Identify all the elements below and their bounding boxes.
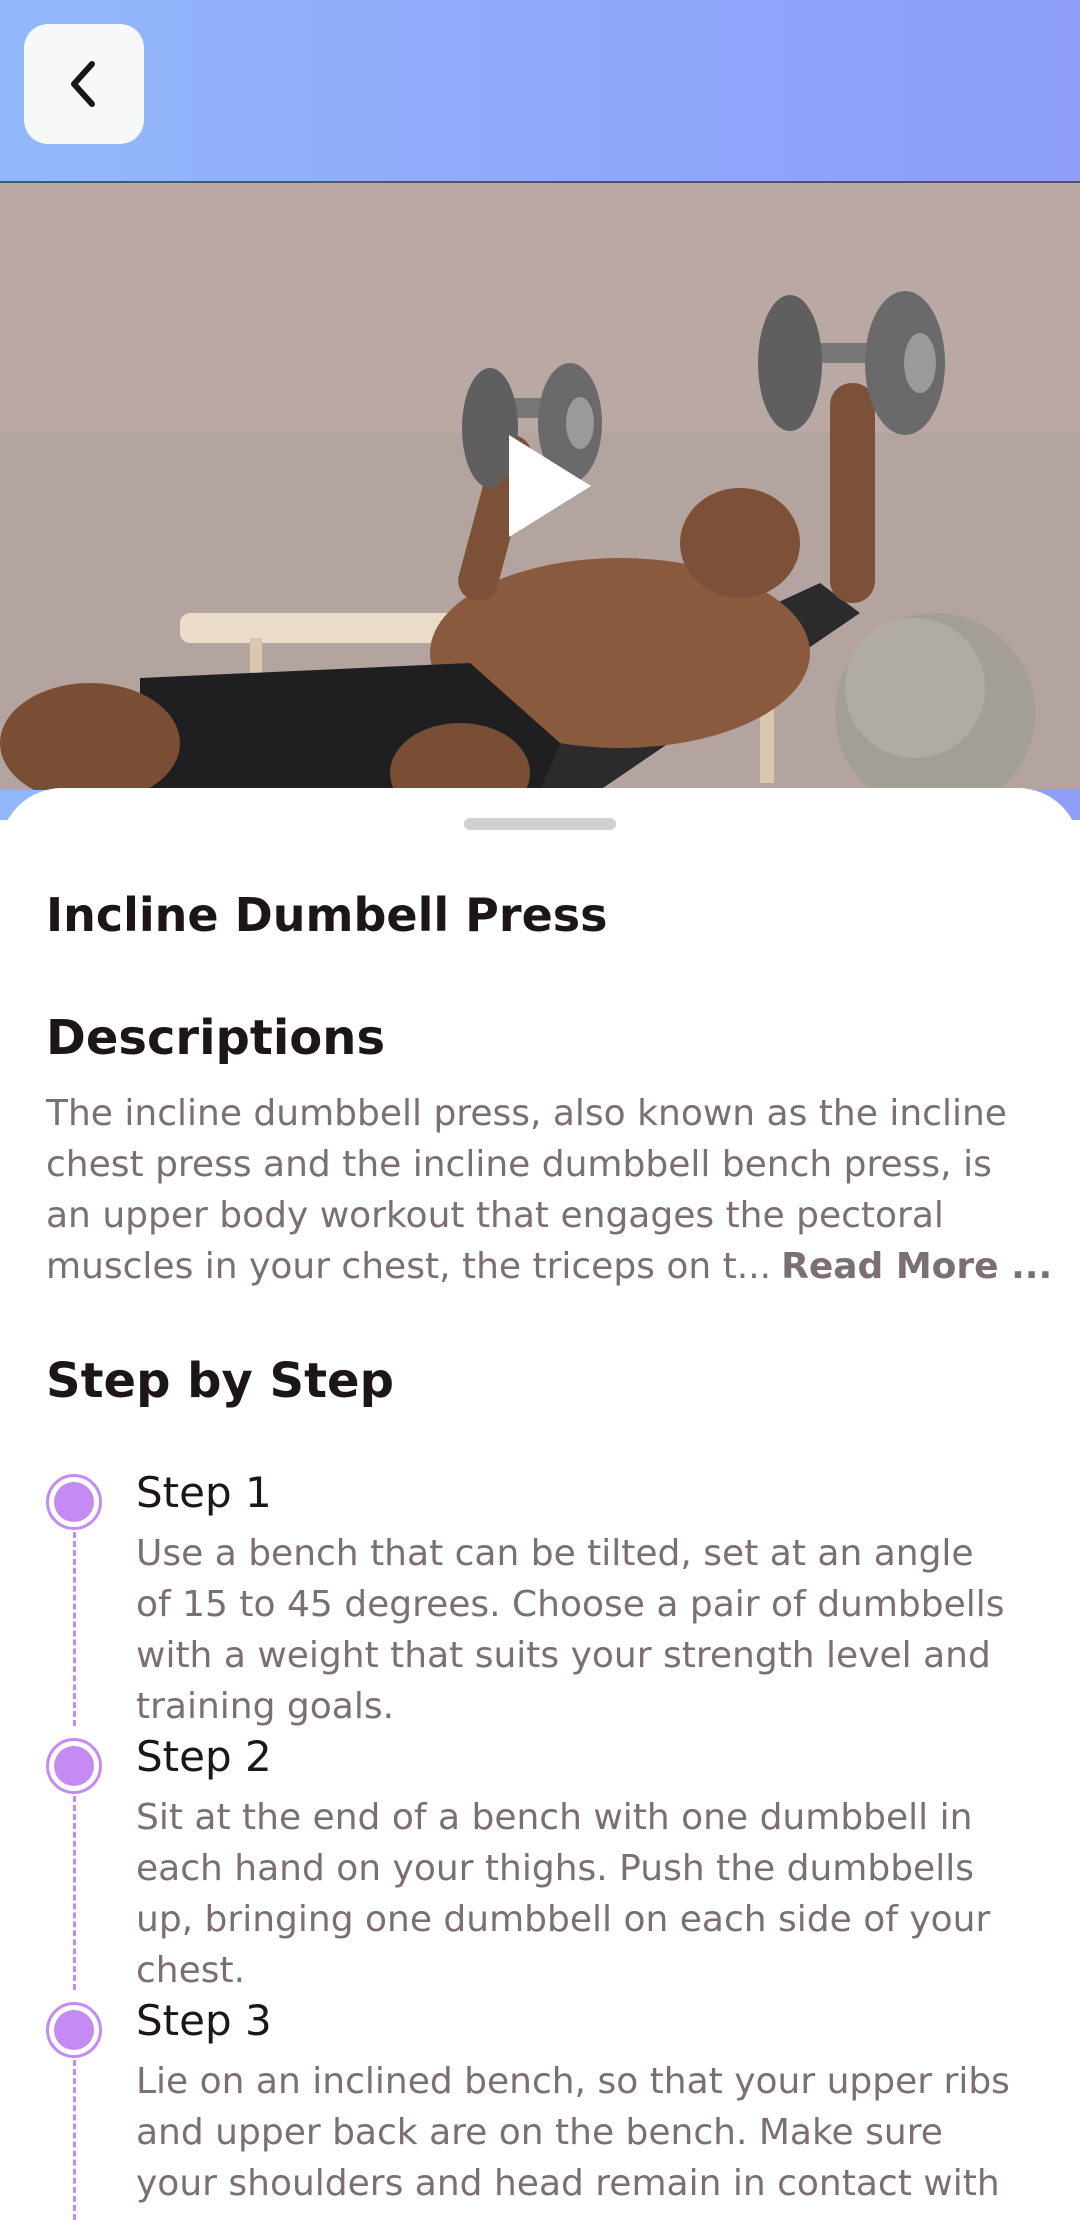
- step-line: with a weight that suits your strength l…: [136, 1635, 991, 1676]
- exercise-video[interactable]: [0, 181, 1080, 790]
- step-by-step-heading: Step by Step: [46, 1353, 394, 1409]
- step-line: up, bringing one dumbbell on each side o…: [136, 1899, 991, 1940]
- step-title: Step 2: [136, 1732, 272, 1781]
- step-line: Use a bench that can be tilted, set at a…: [136, 1533, 974, 1574]
- step-marker-fill: [54, 1482, 94, 1522]
- description-line: muscles in your chest, the triceps on t.…: [46, 1241, 1052, 1292]
- step-line: Lie on an inclined bench, so that your u…: [136, 2061, 1010, 2102]
- sheet-drag-handle[interactable]: [464, 818, 616, 830]
- description-line: an upper body workout that engages the p…: [46, 1195, 944, 1236]
- description-line: chest press and the incline dumbbell ben…: [46, 1144, 992, 1185]
- step-marker-icon: [46, 2002, 102, 2058]
- step-line: your shoulders and head remain in contac…: [136, 2163, 1000, 2204]
- step-line: each hand on your thighs. Push the dumbb…: [136, 1848, 974, 1889]
- chevron-left-icon: [71, 61, 95, 107]
- description-line-text: muscles in your chest, the triceps on t.…: [46, 1246, 772, 1287]
- step-line: and upper back are on the bench. Make su…: [136, 2112, 943, 2153]
- play-icon: [509, 435, 591, 537]
- step-description: Lie on an inclined bench, so that your u…: [136, 2056, 1056, 2209]
- step-description: Sit at the end of a bench with one dumbb…: [136, 1792, 1056, 1996]
- step-marker-icon: [46, 1474, 102, 1530]
- details-sheet: Incline Dumbell Press Descriptions The i…: [0, 788, 1080, 2220]
- step-marker-fill: [54, 1746, 94, 1786]
- exercise-title: Incline Dumbell Press: [46, 888, 608, 942]
- step-connector: [73, 1532, 76, 1726]
- step-line: chest.: [136, 1950, 246, 1991]
- play-button[interactable]: [505, 431, 595, 541]
- step-connector: [73, 2060, 76, 2220]
- step-connector: [73, 1796, 76, 1990]
- descriptions-heading: Descriptions: [46, 1010, 386, 1066]
- step-description: Use a bench that can be tilted, set at a…: [136, 1528, 1056, 1732]
- step-title: Step 3: [136, 1996, 272, 2045]
- step-line: training goals.: [136, 1686, 395, 1727]
- step-title: Step 1: [136, 1468, 272, 1517]
- step-line: Sit at the end of a bench with one dumbb…: [136, 1797, 973, 1838]
- back-button[interactable]: [24, 24, 144, 144]
- step-marker-fill: [54, 2010, 94, 2050]
- description-text: The incline dumbbell press, also known a…: [46, 1088, 1052, 1292]
- read-more-link[interactable]: Read More ...: [781, 1246, 1052, 1287]
- description-line: The incline dumbbell press, also known a…: [46, 1093, 1007, 1134]
- step-marker-icon: [46, 1738, 102, 1794]
- step-line: of 15 to 45 degrees. Choose a pair of du…: [136, 1584, 1005, 1625]
